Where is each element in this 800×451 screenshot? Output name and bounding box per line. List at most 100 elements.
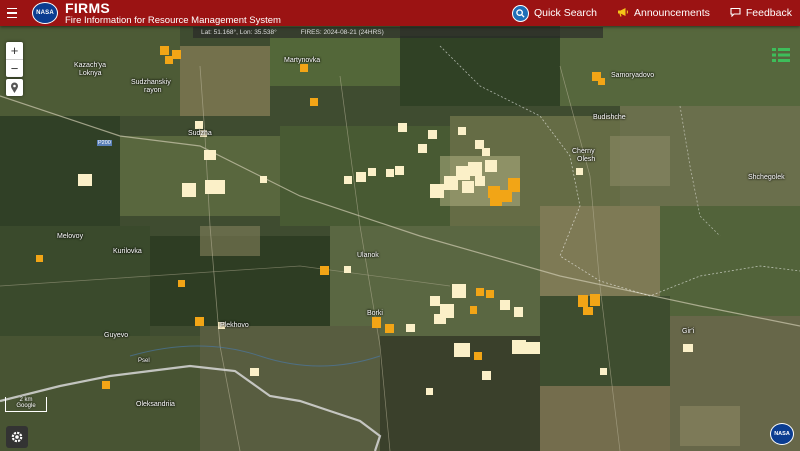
nasa-logo[interactable]: NASA (32, 2, 58, 24)
fire-pixel[interactable] (178, 280, 185, 287)
fire-pixel[interactable] (205, 180, 225, 194)
fire-pixel[interactable] (182, 183, 196, 197)
fire-pixel[interactable] (260, 176, 267, 183)
zoom-control: + − (6, 42, 23, 77)
fire-pixel[interactable] (78, 174, 92, 186)
place-label: Guyevo (104, 332, 129, 339)
announcements-button[interactable]: Announcements (617, 7, 710, 20)
fire-pixel[interactable] (500, 300, 510, 310)
fire-pixel[interactable] (526, 342, 540, 354)
fire-pixel[interactable] (250, 368, 259, 376)
feedback-label: Feedback (745, 7, 792, 19)
fire-pixel[interactable] (406, 324, 415, 332)
fire-pixel[interactable] (165, 56, 173, 64)
app-subtitle: Fire Information for Resource Management… (65, 14, 281, 26)
fire-pixel[interactable] (475, 140, 484, 149)
place-label: Cherny (572, 148, 595, 155)
fire-pixel[interactable] (482, 148, 490, 156)
fire-pixel[interactable] (578, 295, 588, 307)
place-label: Kurilovka (113, 248, 142, 255)
fire-pixel[interactable] (356, 172, 366, 182)
fire-pixel[interactable] (458, 127, 466, 135)
place-label: Melovoy (57, 233, 84, 240)
fire-pixel[interactable] (195, 317, 204, 326)
zoom-out-button[interactable]: − (6, 60, 23, 77)
fire-pixel[interactable] (476, 288, 484, 296)
place-label: Samoryadovo (611, 72, 655, 79)
fire-pixel[interactable] (204, 150, 216, 160)
fire-pixel[interactable] (310, 98, 318, 106)
fire-pixel[interactable] (590, 294, 600, 306)
fire-pixel[interactable] (600, 368, 607, 375)
quick-search-button[interactable]: Quick Search (511, 4, 597, 22)
fire-pixel[interactable] (385, 324, 394, 333)
fire-pixel[interactable] (395, 166, 404, 175)
locate-button[interactable] (6, 79, 23, 96)
road-label: P200 (97, 140, 112, 146)
fire-pixel[interactable] (426, 388, 433, 395)
gear-icon (11, 431, 23, 443)
settings-button[interactable] (6, 426, 28, 448)
fire-pixel[interactable] (576, 168, 583, 175)
coordinate-bar: Lat: 51.168°, Lon: 35.538° FIRES: 2024-0… (193, 27, 603, 38)
fire-pixel[interactable] (195, 121, 203, 129)
layers-button[interactable] (772, 47, 790, 63)
nasa-logo: NASA (770, 423, 794, 445)
fire-pixel[interactable] (485, 160, 497, 172)
fires-date-readout: FIRES: 2024-08-21 (24HRS) (300, 29, 384, 36)
fire-pixel[interactable] (160, 46, 169, 55)
satellite-map[interactable] (0, 26, 800, 451)
fire-pixel[interactable] (300, 64, 308, 72)
fire-pixel[interactable] (368, 168, 376, 176)
fire-pixel[interactable] (468, 162, 482, 176)
fire-pixel[interactable] (372, 317, 381, 328)
place-label: Gir'i (682, 328, 695, 335)
fire-pixel[interactable] (683, 344, 693, 352)
fire-pixel[interactable] (386, 169, 394, 177)
fire-pixel[interactable] (452, 284, 466, 298)
place-label: Loknya (79, 70, 102, 77)
fire-pixel[interactable] (508, 178, 520, 192)
map-terrain (0, 26, 800, 451)
fire-pixel[interactable] (398, 123, 407, 132)
place-label: Martynovka (284, 57, 321, 64)
fire-pixel[interactable] (514, 307, 523, 317)
fire-pixel[interactable] (344, 176, 352, 184)
fire-pixel[interactable] (598, 78, 605, 85)
menu-icon[interactable] (0, 0, 24, 26)
zoom-in-button[interactable]: + (6, 42, 23, 60)
fire-pixel[interactable] (102, 381, 110, 389)
fire-pixel[interactable] (482, 371, 491, 380)
fire-pixel[interactable] (428, 130, 437, 139)
fire-pixel[interactable] (462, 181, 474, 193)
fire-pixel[interactable] (344, 266, 351, 273)
place-label: rayon (144, 87, 162, 94)
place-label: Budishche (593, 114, 626, 121)
fire-pixel[interactable] (434, 314, 446, 324)
fire-pixel[interactable] (320, 266, 329, 275)
fire-pixel[interactable] (444, 176, 458, 190)
fire-pixel[interactable] (583, 307, 593, 315)
fire-pixel[interactable] (490, 198, 502, 206)
fire-pixel[interactable] (470, 306, 477, 314)
place-label: Borki (367, 310, 383, 317)
quick-search-label: Quick Search (533, 7, 597, 19)
latlon-readout: Lat: 51.168°, Lon: 35.538° (201, 29, 277, 36)
fire-pixel[interactable] (172, 50, 181, 59)
locate-icon (11, 82, 18, 93)
fire-pixel[interactable] (430, 296, 440, 306)
fire-pixel[interactable] (454, 343, 470, 357)
fire-pixel[interactable] (512, 340, 526, 354)
search-icon (511, 4, 529, 22)
fire-pixel[interactable] (430, 184, 444, 198)
fire-pixel[interactable] (36, 255, 43, 262)
fire-pixel[interactable] (474, 352, 482, 360)
fire-pixel[interactable] (456, 166, 470, 180)
fire-pixel[interactable] (486, 290, 494, 298)
feedback-button[interactable]: Feedback (730, 7, 792, 20)
fire-pixel[interactable] (475, 176, 485, 186)
fire-pixel[interactable] (418, 144, 427, 153)
megaphone-icon (617, 7, 629, 20)
header-actions: Quick Search Announcements Feedback (511, 0, 792, 26)
river-label: Psel (138, 358, 150, 364)
